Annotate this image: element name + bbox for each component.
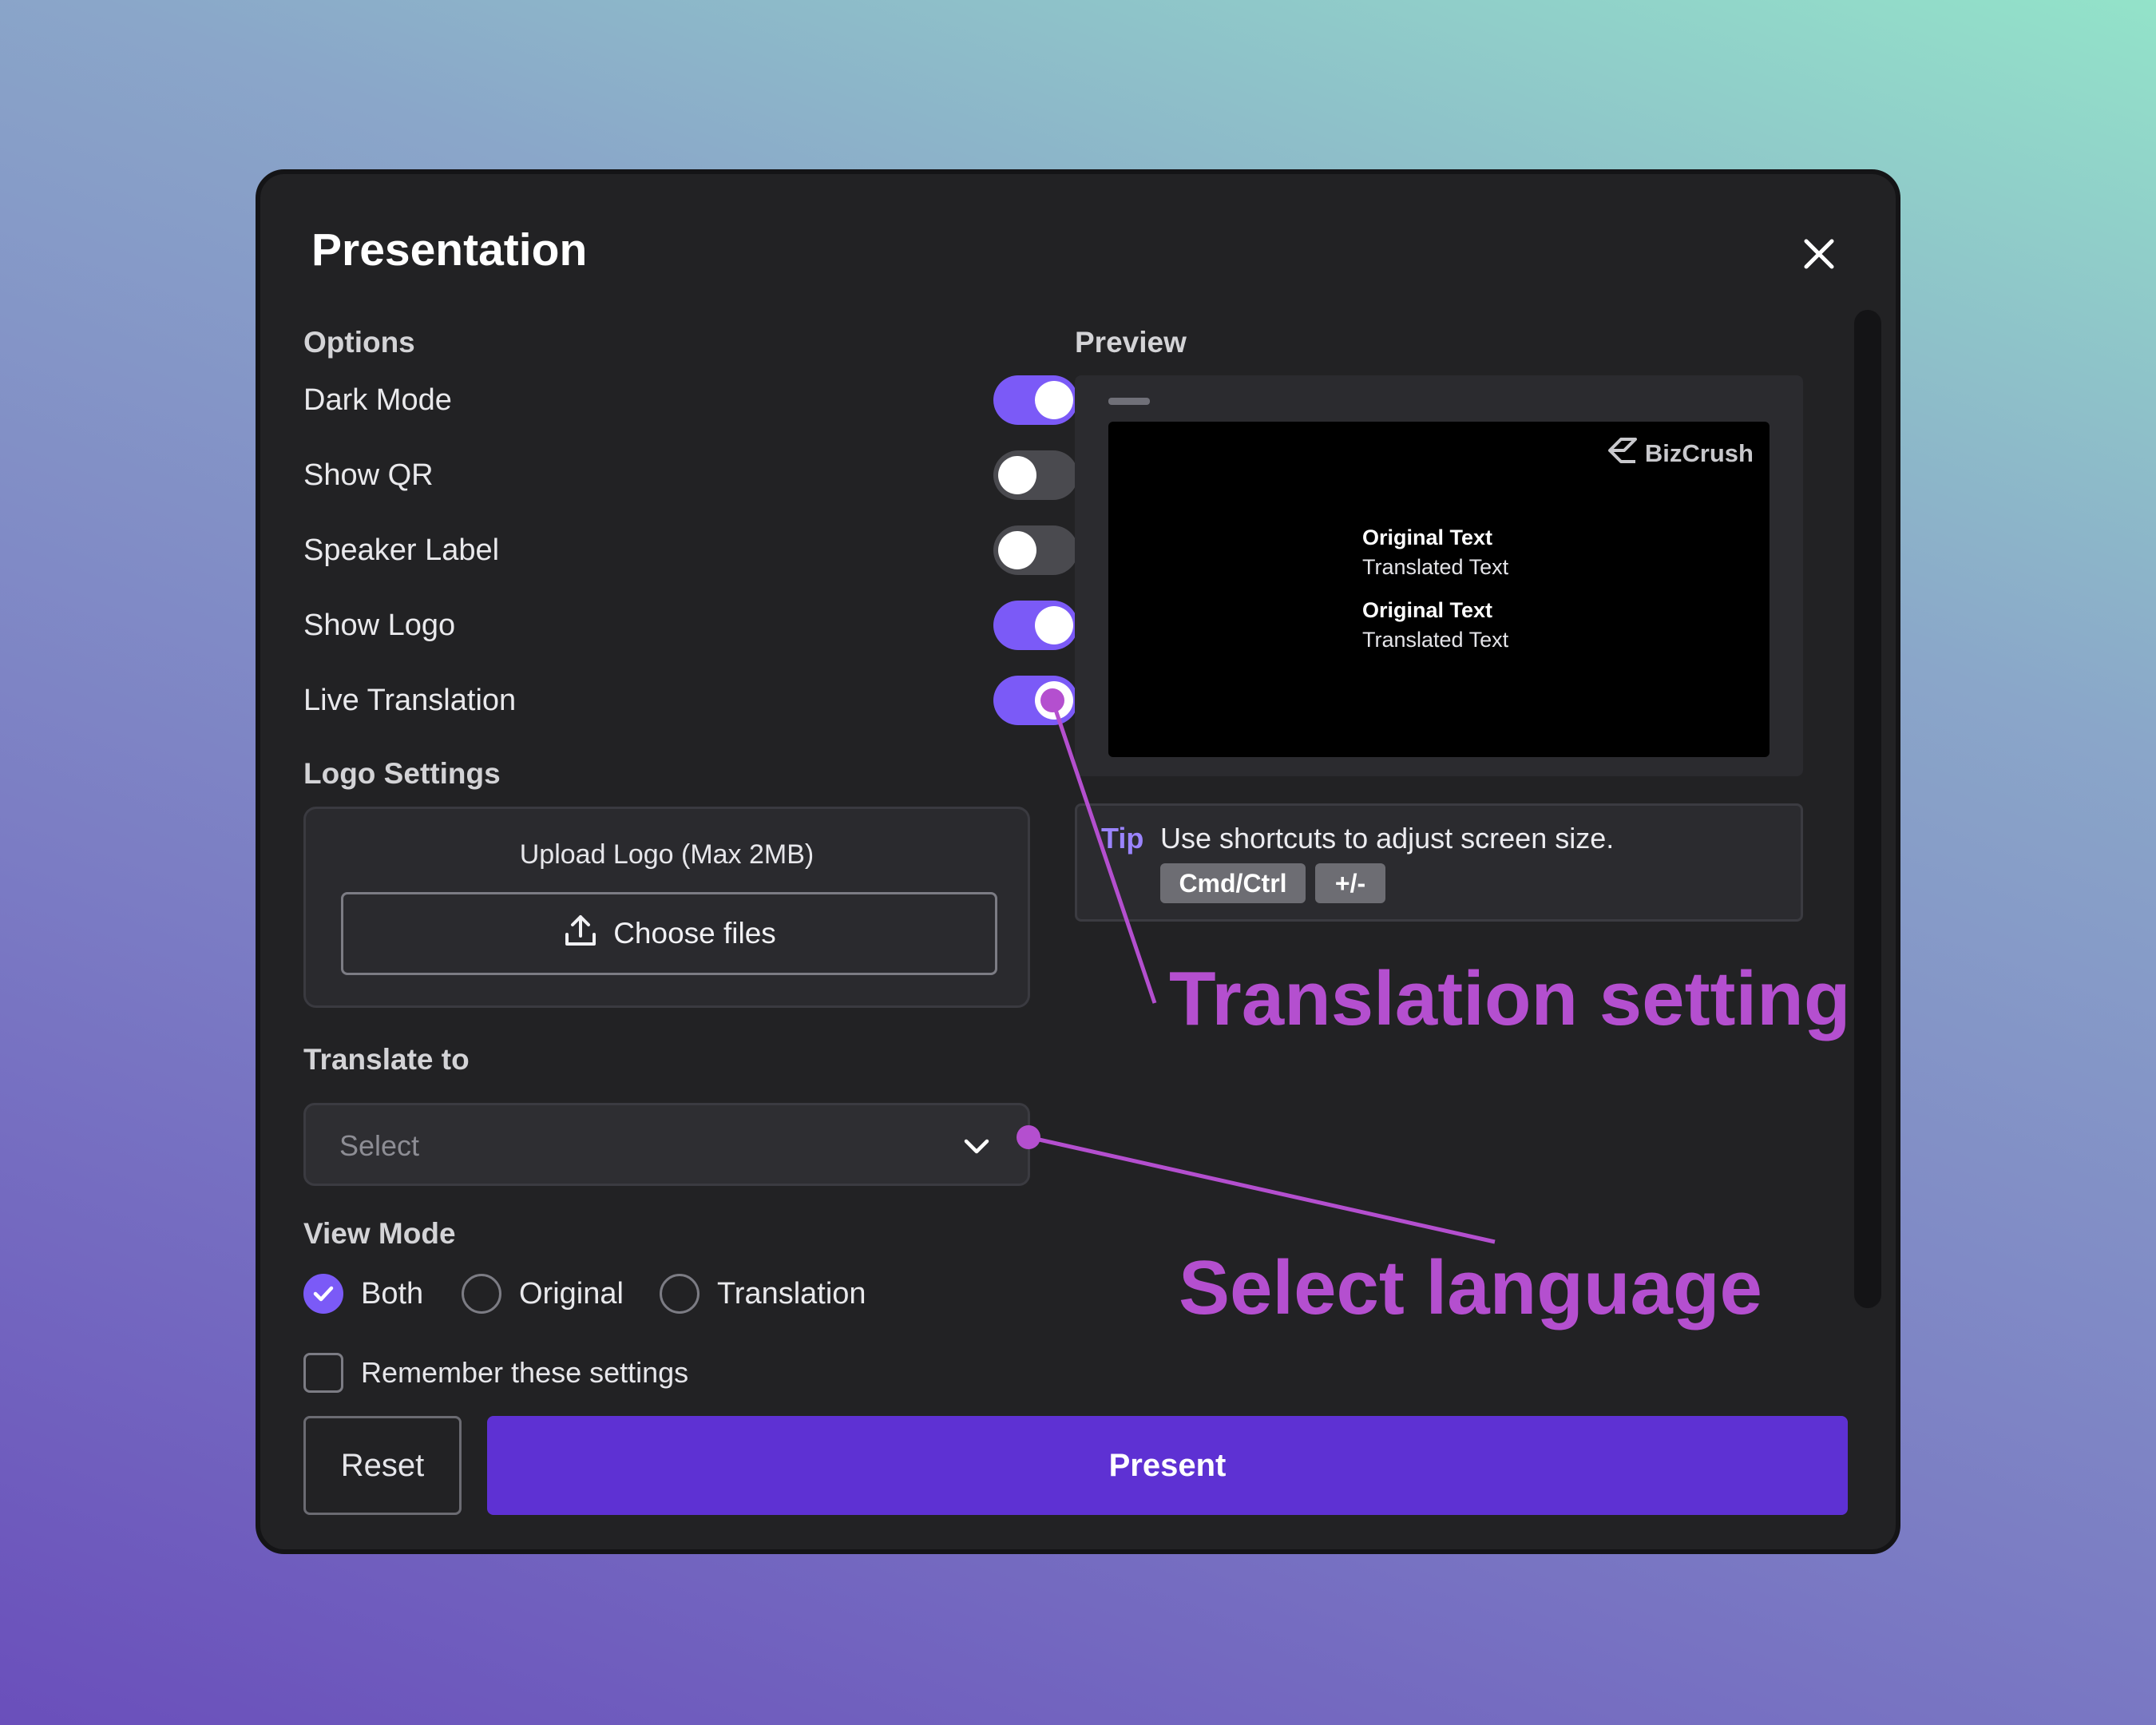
annotation-translation-setting: Translation setting (1169, 956, 1851, 1041)
options-heading: Options (303, 326, 415, 359)
tip-label: Tip (1101, 822, 1144, 855)
presentation-modal: Presentation Options Dark Mode Show QR S… (256, 169, 1900, 1554)
radio-translation[interactable]: Translation (660, 1271, 866, 1316)
checkbox-icon (303, 1353, 343, 1393)
original-text: Original Text (1362, 525, 1493, 549)
choose-files-label: Choose files (613, 917, 776, 950)
option-show-logo: Show Logo (303, 601, 1078, 656)
radio-circle-icon (462, 1274, 501, 1314)
toggle-knob (998, 456, 1036, 494)
view-mode-heading: View Mode (303, 1217, 456, 1250)
choose-files-button[interactable]: Choose files (341, 892, 997, 975)
option-label: Live Translation (303, 684, 517, 717)
remember-settings-checkbox[interactable]: Remember these settings (303, 1353, 688, 1393)
toggle-knob (1035, 606, 1073, 644)
tip-text: Use shortcuts to adjust screen size. (1160, 822, 1615, 855)
upload-icon (562, 912, 599, 956)
preview-heading: Preview (1075, 326, 1187, 359)
live-translation-toggle[interactable] (993, 676, 1078, 725)
radio-label: Translation (717, 1276, 866, 1311)
option-dark-mode: Dark Mode (303, 375, 1078, 431)
preview-screen: BizCrush Original Text Translated Text O… (1108, 422, 1770, 757)
radio-label: Both (361, 1276, 424, 1311)
preview-panel: BizCrush Original Text Translated Text O… (1075, 375, 1803, 776)
show-qr-toggle[interactable] (993, 450, 1078, 500)
annotation-select-language: Select language (1179, 1245, 1762, 1330)
option-label: Show QR (303, 458, 434, 492)
present-button[interactable]: Present (487, 1416, 1848, 1515)
translated-text: Translated Text (1362, 555, 1509, 579)
modal-title: Presentation (311, 224, 588, 276)
radio-label: Original (519, 1276, 624, 1311)
option-label: Show Logo (303, 609, 456, 642)
chevron-down-icon (962, 1132, 991, 1161)
radio-both[interactable]: Both (303, 1271, 423, 1316)
toggle-knob (998, 531, 1036, 569)
translated-text: Translated Text (1362, 628, 1509, 652)
dark-mode-toggle[interactable] (993, 375, 1078, 425)
translate-to-heading: Translate to (303, 1043, 470, 1076)
option-live-translation: Live Translation (303, 676, 1078, 732)
brand-logo: BizCrush (1607, 436, 1754, 471)
scrollbar[interactable] (1854, 310, 1881, 1308)
bizcrush-logo-icon (1607, 436, 1639, 471)
option-label: Dark Mode (303, 383, 452, 417)
speaker-label-toggle[interactable] (993, 525, 1078, 575)
toggle-knob (1035, 681, 1073, 720)
close-icon[interactable] (1798, 233, 1840, 275)
logo-settings-heading: Logo Settings (303, 757, 501, 790)
subtitle-line: Original Text Translated Text (1362, 598, 1508, 652)
upload-title: Upload Logo (Max 2MB) (519, 839, 814, 870)
subtitle-line: Original Text Translated Text (1362, 525, 1508, 580)
checked-radio-icon (303, 1274, 343, 1314)
select-placeholder: Select (339, 1129, 420, 1162)
translate-language-select[interactable]: Select (303, 1103, 1030, 1186)
kbd-plus-minus: +/- (1315, 863, 1385, 903)
tip-box: Tip Use shortcuts to adjust screen size.… (1075, 803, 1803, 922)
preview-handle (1108, 398, 1150, 405)
radio-original[interactable]: Original (462, 1271, 624, 1316)
remember-label: Remember these settings (361, 1356, 689, 1389)
radio-circle-icon (660, 1274, 700, 1314)
option-label: Speaker Label (303, 533, 500, 567)
original-text: Original Text (1362, 598, 1493, 622)
show-logo-toggle[interactable] (993, 601, 1078, 650)
kbd-cmd-ctrl: Cmd/Ctrl (1160, 863, 1306, 903)
option-show-qr: Show QR (303, 450, 1078, 506)
toggle-knob (1035, 381, 1073, 419)
reset-button[interactable]: Reset (303, 1416, 462, 1515)
option-speaker-label: Speaker Label (303, 525, 1078, 581)
upload-logo-box: Upload Logo (Max 2MB) Choose files (303, 807, 1030, 1008)
brand-name: BizCrush (1644, 439, 1754, 467)
